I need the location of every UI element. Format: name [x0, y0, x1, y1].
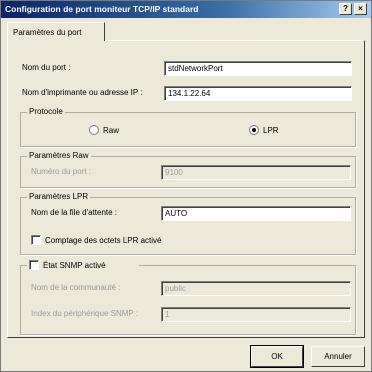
- snmp-legend: État SNMP activé: [27, 260, 139, 271]
- tcpip-port-dialog: Configuration de port moniteur TCP/IP st…: [0, 0, 372, 372]
- lpr-settings-group: Paramètres LPR Nom de la file d'attente …: [20, 192, 356, 255]
- port-name-input[interactable]: stdNetworkPort: [164, 61, 352, 76]
- lpr-radio[interactable]: [249, 125, 259, 135]
- community-name-input: public: [161, 281, 351, 296]
- port-name-label: Nom du port :: [22, 63, 71, 72]
- title-bar: Configuration de port moniteur TCP/IP st…: [1, 1, 371, 18]
- snmp-enabled-label[interactable]: État SNMP activé: [43, 261, 106, 270]
- close-button[interactable]: ×: [354, 3, 367, 15]
- snmp-device-index-input: 1: [161, 307, 351, 322]
- protocol-legend: Protocole: [27, 107, 65, 116]
- lpr-radio-label[interactable]: LPR: [263, 126, 279, 135]
- printer-address-label: Nom d'imprimante ou adresse IP :: [22, 88, 143, 97]
- tab-panel: Nom du port : stdNetworkPort Nom d'impri…: [7, 40, 365, 338]
- community-name-label: Nom de la communauté :: [31, 283, 121, 292]
- snmp-enabled-checkbox[interactable]: [29, 260, 39, 270]
- printer-address-input[interactable]: 134.1.22.64: [164, 86, 352, 101]
- ok-button[interactable]: OK: [250, 345, 304, 368]
- tab-port-settings[interactable]: Paramètres du port: [7, 22, 105, 41]
- protocol-group: Protocole Raw LPR: [20, 107, 356, 147]
- raw-settings-group: Paramètres Raw Numéro du port : 9100: [20, 151, 356, 188]
- snmp-device-index-label: Index du périphérique SNMP :: [31, 309, 139, 318]
- lpr-byte-count-checkbox[interactable]: [31, 235, 41, 245]
- lpr-settings-legend: Paramètres LPR: [27, 192, 91, 201]
- help-button[interactable]: ?: [339, 3, 352, 15]
- port-number-label: Numéro du port :: [31, 167, 92, 176]
- snmp-group: État SNMP activé Nom de la communauté : …: [20, 260, 356, 335]
- queue-name-input[interactable]: AUTO: [161, 206, 351, 221]
- raw-radio[interactable]: [89, 125, 99, 135]
- port-number-input: 9100: [161, 165, 351, 180]
- raw-radio-label[interactable]: Raw: [103, 126, 119, 135]
- raw-settings-legend: Paramètres Raw: [27, 151, 91, 160]
- queue-name-label: Nom de la file d'attente :: [31, 208, 118, 217]
- dialog-title: Configuration de port moniteur TCP/IP st…: [5, 4, 199, 14]
- lpr-byte-count-label[interactable]: Comptage des octets LPR activé: [45, 236, 162, 245]
- cancel-button[interactable]: Annuler: [311, 346, 365, 367]
